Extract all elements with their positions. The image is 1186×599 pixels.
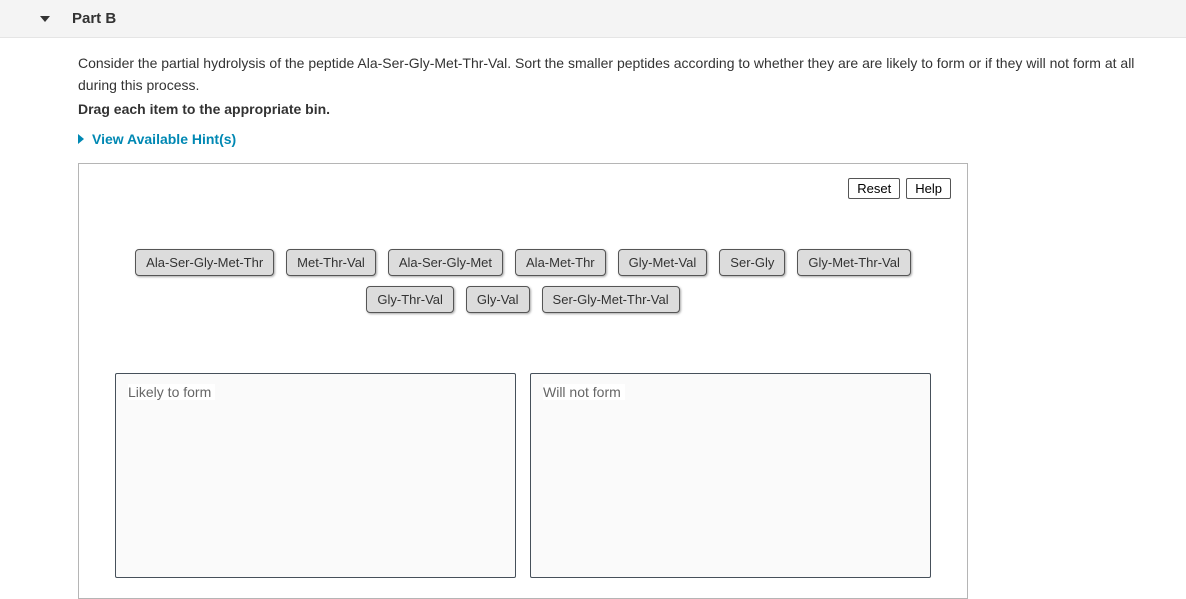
chip[interactable]: Ser-Gly-Met-Thr-Val xyxy=(542,286,680,313)
hints-label: View Available Hint(s) xyxy=(92,131,236,147)
chip[interactable]: Ala-Ser-Gly-Met xyxy=(388,249,503,276)
chip[interactable]: Met-Thr-Val xyxy=(286,249,376,276)
part-title: Part B xyxy=(72,10,116,27)
reset-button[interactable]: Reset xyxy=(848,178,900,199)
chip[interactable]: Gly-Met-Val xyxy=(618,249,708,276)
bin-label: Will not form xyxy=(543,384,625,400)
help-button[interactable]: Help xyxy=(906,178,951,199)
chip[interactable]: Gly-Thr-Val xyxy=(366,286,453,313)
caret-right-icon xyxy=(78,134,84,144)
chip[interactable]: Ala-Met-Thr xyxy=(515,249,606,276)
bin-label: Likely to form xyxy=(128,384,215,400)
chips-area: Ala-Ser-Gly-Met-Thr Met-Thr-Val Ala-Ser-… xyxy=(95,249,951,313)
part-header[interactable]: Part B xyxy=(0,0,1186,38)
bin-likely-to-form[interactable]: Likely to form xyxy=(115,373,516,578)
caret-down-icon xyxy=(40,16,50,22)
chip[interactable]: Gly-Val xyxy=(466,286,530,313)
activity-container: Reset Help Ala-Ser-Gly-Met-Thr Met-Thr-V… xyxy=(78,163,968,599)
view-hints-link[interactable]: View Available Hint(s) xyxy=(78,131,1146,147)
question-instruction: Drag each item to the appropriate bin. xyxy=(78,101,1146,117)
question-prompt: Consider the partial hydrolysis of the p… xyxy=(78,52,1146,97)
chip[interactable]: Ala-Ser-Gly-Met-Thr xyxy=(135,249,274,276)
bin-will-not-form[interactable]: Will not form xyxy=(530,373,931,578)
chip[interactable]: Gly-Met-Thr-Val xyxy=(797,249,910,276)
chip[interactable]: Ser-Gly xyxy=(719,249,785,276)
